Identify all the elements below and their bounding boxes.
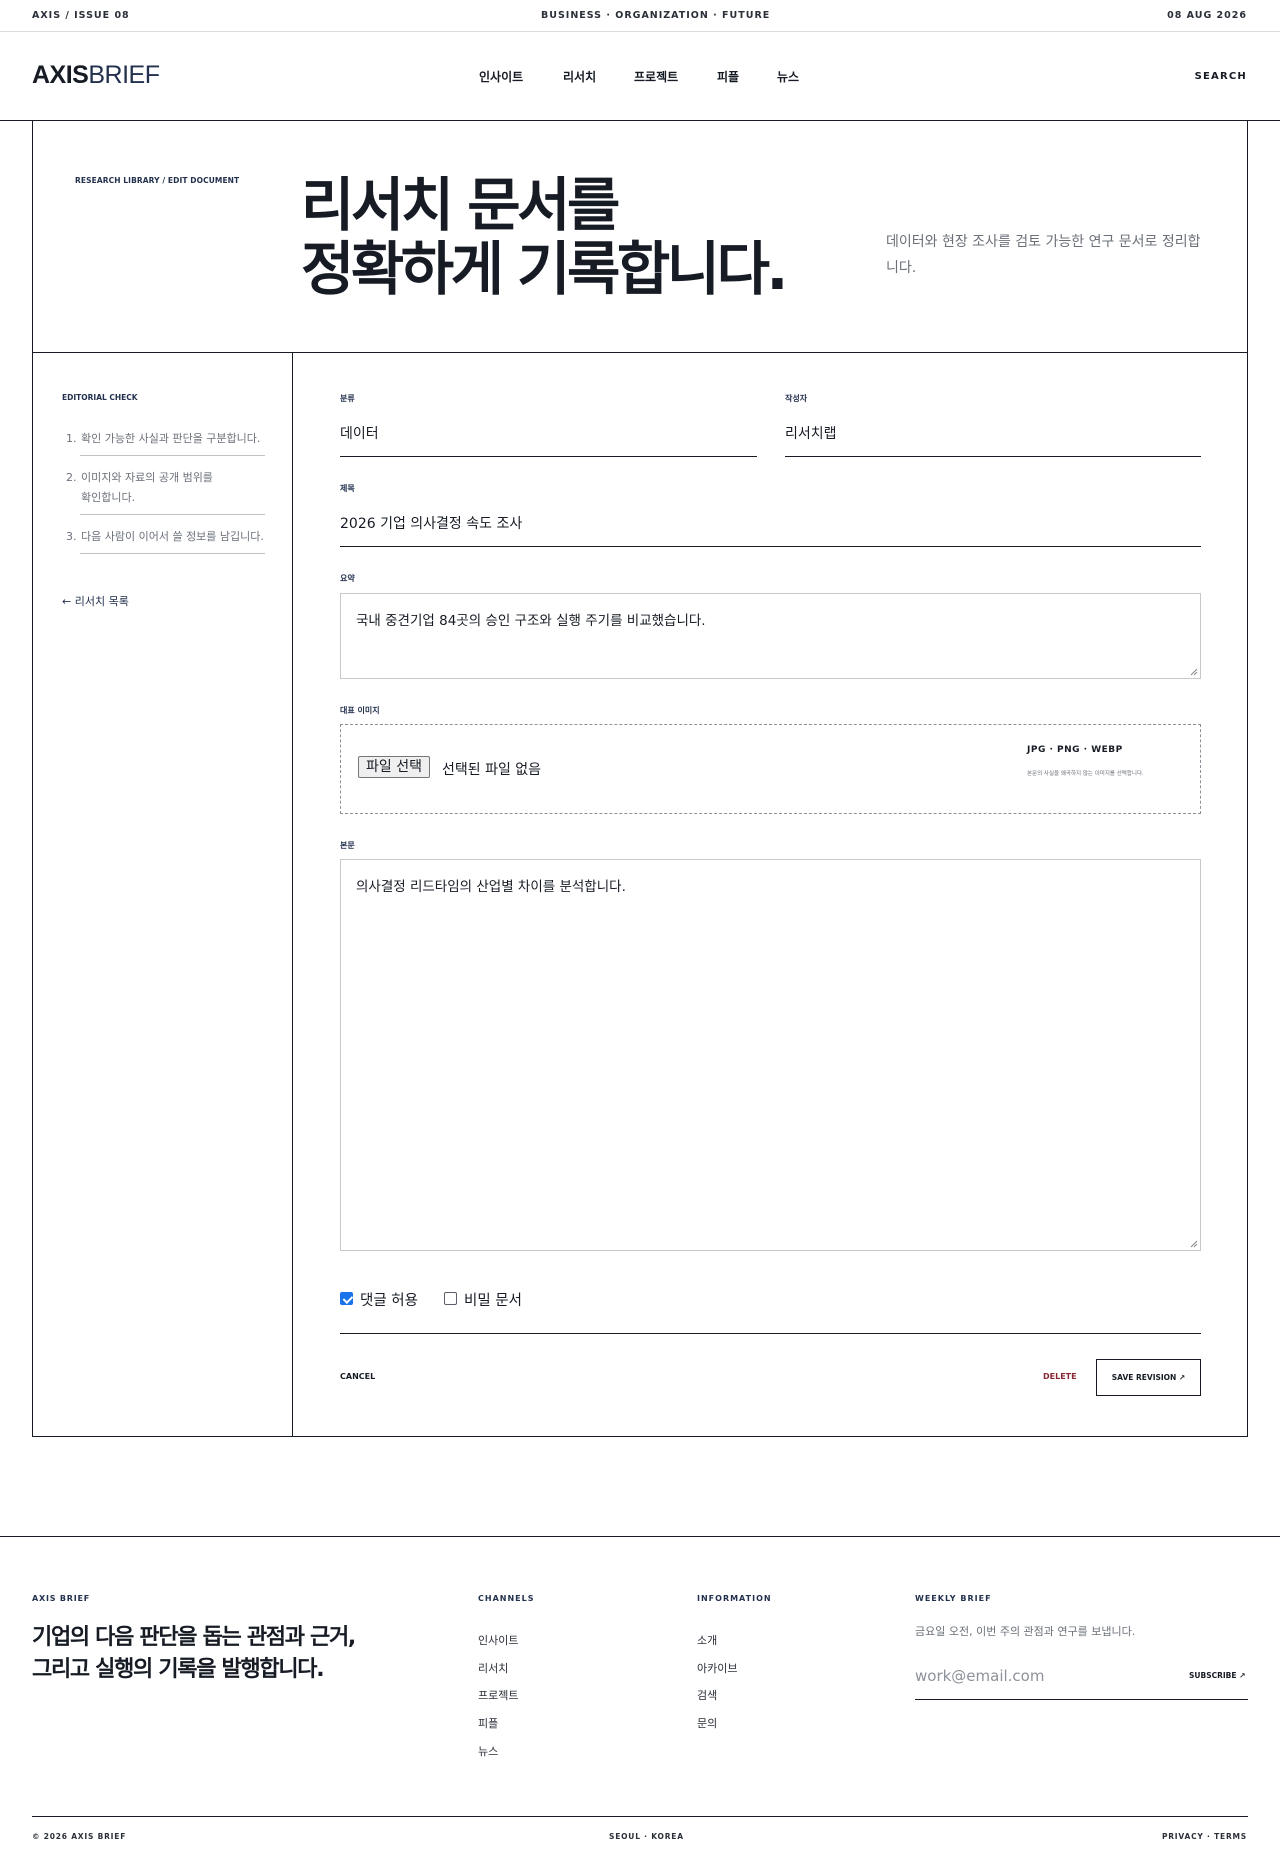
choose-file-button[interactable]: 파일 선택 bbox=[358, 756, 430, 778]
newsletter-email-input[interactable] bbox=[915, 1659, 1185, 1693]
site-header: AXISBRIEF 인사이트 리서치 프로젝트 피플 뉴스 SEARCH bbox=[0, 32, 1280, 121]
hero-description: 데이터와 현장 조사를 검토 가능한 연구 문서로 정리합니다. bbox=[886, 234, 1201, 276]
site-logo[interactable]: AXISBRIEF bbox=[32, 60, 160, 90]
footer-brand: AXIS BRIEF bbox=[32, 1594, 91, 1603]
resize-handle-icon[interactable] bbox=[1190, 1240, 1198, 1248]
location-label: SEOUL · KOREA bbox=[609, 1832, 684, 1841]
top-tagline: BUSINESS · ORGANIZATION · FUTURE bbox=[541, 10, 771, 21]
back-to-research-list-link[interactable]: ← 리서치 목록 bbox=[62, 593, 129, 609]
footer-link-search[interactable]: 검색 bbox=[697, 1687, 717, 1703]
footer-link-archive[interactable]: 아카이브 bbox=[697, 1660, 737, 1676]
footer-divider bbox=[0, 1536, 1280, 1537]
format-note: 본문의 사실을 왜곡하지 않는 이미지를 선택합니다. bbox=[1027, 771, 1144, 777]
page-title-line2: 정확하게 기록합니다. bbox=[301, 235, 788, 303]
title-label: 제목 bbox=[340, 484, 355, 493]
hero-section: RESEARCH LIBRARY / EDIT DOCUMENT 리서치 문서를… bbox=[32, 121, 1248, 353]
page-title-line1: 리서치 문서를 bbox=[301, 171, 620, 239]
nav-item-research[interactable]: 리서치 bbox=[563, 68, 596, 85]
footer-link-research[interactable]: 리서치 bbox=[478, 1660, 508, 1676]
footer-tagline-line2: 그리고 실행의 기록을 발행합니다. bbox=[32, 1657, 325, 1682]
top-bar: AXIS / ISSUE 08 BUSINESS · ORGANIZATION … bbox=[0, 0, 1280, 32]
footer-link-about[interactable]: 소개 bbox=[697, 1632, 717, 1648]
private-document-label[interactable]: 비밀 문서 bbox=[464, 1289, 522, 1310]
bottom-divider bbox=[32, 1816, 1248, 1817]
channels-heading: CHANNELS bbox=[478, 1594, 535, 1603]
footer-tagline: 기업의 다음 판단을 돕는 관점과 근거, 그리고 실행의 기록을 발행합니다. bbox=[32, 1622, 356, 1686]
checklist-divider bbox=[80, 553, 265, 554]
logo-light: BRIEF bbox=[88, 61, 160, 89]
body-label: 본문 bbox=[340, 841, 355, 850]
breadcrumb: RESEARCH LIBRARY / EDIT DOCUMENT bbox=[75, 176, 240, 185]
summary-label: 요약 bbox=[340, 574, 355, 583]
file-status: 선택된 파일 없음 bbox=[442, 762, 542, 778]
body-value: 의사결정 리드타임의 산업별 차이를 분석합니다. bbox=[356, 879, 626, 895]
save-revision-button[interactable]: SAVE REVISION ↗ bbox=[1096, 1359, 1201, 1396]
issue-label: AXIS / ISSUE 08 bbox=[32, 10, 130, 21]
nav-item-projects[interactable]: 프로젝트 bbox=[634, 68, 678, 85]
allow-comments-label[interactable]: 댓글 허용 bbox=[360, 1289, 418, 1310]
weekly-brief-description: 금요일 오전, 이번 주의 관점과 연구를 보냅니다. bbox=[915, 1625, 1136, 1638]
title-field[interactable]: 2026 기업 의사결정 속도 조사 bbox=[340, 513, 522, 533]
logo-bold: AXIS bbox=[32, 61, 89, 89]
nav-item-insight[interactable]: 인사이트 bbox=[479, 68, 523, 85]
footer-link-contact[interactable]: 문의 bbox=[697, 1715, 717, 1731]
category-label: 분류 bbox=[340, 394, 355, 403]
subscribe-button[interactable]: SUBSCRIBE ↗ bbox=[1189, 1671, 1245, 1680]
checklist-number: 2. bbox=[66, 471, 77, 484]
allow-comments-checkbox[interactable] bbox=[340, 1292, 353, 1305]
information-heading: INFORMATION bbox=[697, 1594, 772, 1603]
body-textarea[interactable]: 의사결정 리드타임의 산업별 차이를 분석합니다. bbox=[340, 859, 1201, 1251]
copyright: © 2026 AXIS BRIEF bbox=[32, 1832, 127, 1841]
checklist-number: 1. bbox=[66, 432, 77, 445]
title-underline bbox=[340, 546, 1201, 547]
checklist-number: 3. bbox=[66, 530, 77, 543]
checklist-text: 확인 가능한 사실과 판단을 구분합니다. bbox=[81, 432, 261, 445]
weekly-brief-heading: WEEKLY BRIEF bbox=[915, 1594, 992, 1603]
resize-handle-icon[interactable] bbox=[1190, 668, 1198, 676]
allowed-formats: JPG · PNG · WEBP bbox=[1027, 745, 1123, 755]
category-field[interactable]: 데이터 bbox=[340, 423, 379, 443]
image-label: 대표 이미지 bbox=[340, 706, 380, 715]
footer-link-insight[interactable]: 인사이트 bbox=[478, 1632, 518, 1648]
footer-link-projects[interactable]: 프로젝트 bbox=[478, 1687, 518, 1703]
nav-item-news[interactable]: 뉴스 bbox=[777, 68, 799, 85]
checklist-text: 이미지와 자료의 공개 범위를 확인합니다. bbox=[81, 471, 213, 504]
private-document-checkbox[interactable] bbox=[444, 1292, 457, 1305]
footer-tagline-line1: 기업의 다음 판단을 돕는 관점과 근거, bbox=[32, 1625, 356, 1650]
newsletter-underline bbox=[915, 1699, 1248, 1700]
category-underline bbox=[340, 456, 757, 457]
delete-button[interactable]: DELETE bbox=[1043, 1372, 1077, 1381]
author-label: 작성자 bbox=[785, 394, 808, 403]
actions-divider bbox=[340, 1333, 1201, 1334]
checklist-divider bbox=[80, 455, 265, 456]
summary-textarea[interactable]: 국내 중견기업 84곳의 승인 구조와 실행 주기를 비교했습니다. bbox=[340, 593, 1201, 679]
cancel-button[interactable]: CANCEL bbox=[340, 1372, 375, 1381]
search-link[interactable]: SEARCH bbox=[1195, 71, 1247, 82]
author-underline bbox=[785, 456, 1201, 457]
checklist-text: 다음 사람이 이어서 쓸 정보를 남깁니다. bbox=[81, 530, 264, 543]
summary-value: 국내 중견기업 84곳의 승인 구조와 실행 주기를 비교했습니다. bbox=[356, 613, 706, 629]
footer-link-news[interactable]: 뉴스 bbox=[478, 1743, 498, 1759]
nav-item-people[interactable]: 피플 bbox=[717, 68, 739, 85]
editor-frame: EDITORIAL CHECK 1. 확인 가능한 사실과 판단을 구분합니다.… bbox=[32, 353, 1248, 1437]
author-field[interactable]: 리서치랩 bbox=[785, 423, 837, 443]
issue-date: 08 AUG 2026 bbox=[1167, 10, 1247, 21]
checklist-divider bbox=[80, 514, 265, 515]
image-upload-zone[interactable]: 파일 선택 선택된 파일 없음 JPG · PNG · WEBP 본문의 사실을… bbox=[340, 724, 1201, 814]
sidebar-title: EDITORIAL CHECK bbox=[62, 393, 138, 402]
editorial-sidebar: EDITORIAL CHECK 1. 확인 가능한 사실과 판단을 구분합니다.… bbox=[33, 353, 293, 1436]
footer-link-people[interactable]: 피플 bbox=[478, 1715, 498, 1731]
page-title: 리서치 문서를 정확하게 기록합니다. bbox=[301, 171, 788, 303]
privacy-terms-link[interactable]: PRIVACY · TERMS bbox=[1162, 1832, 1247, 1841]
